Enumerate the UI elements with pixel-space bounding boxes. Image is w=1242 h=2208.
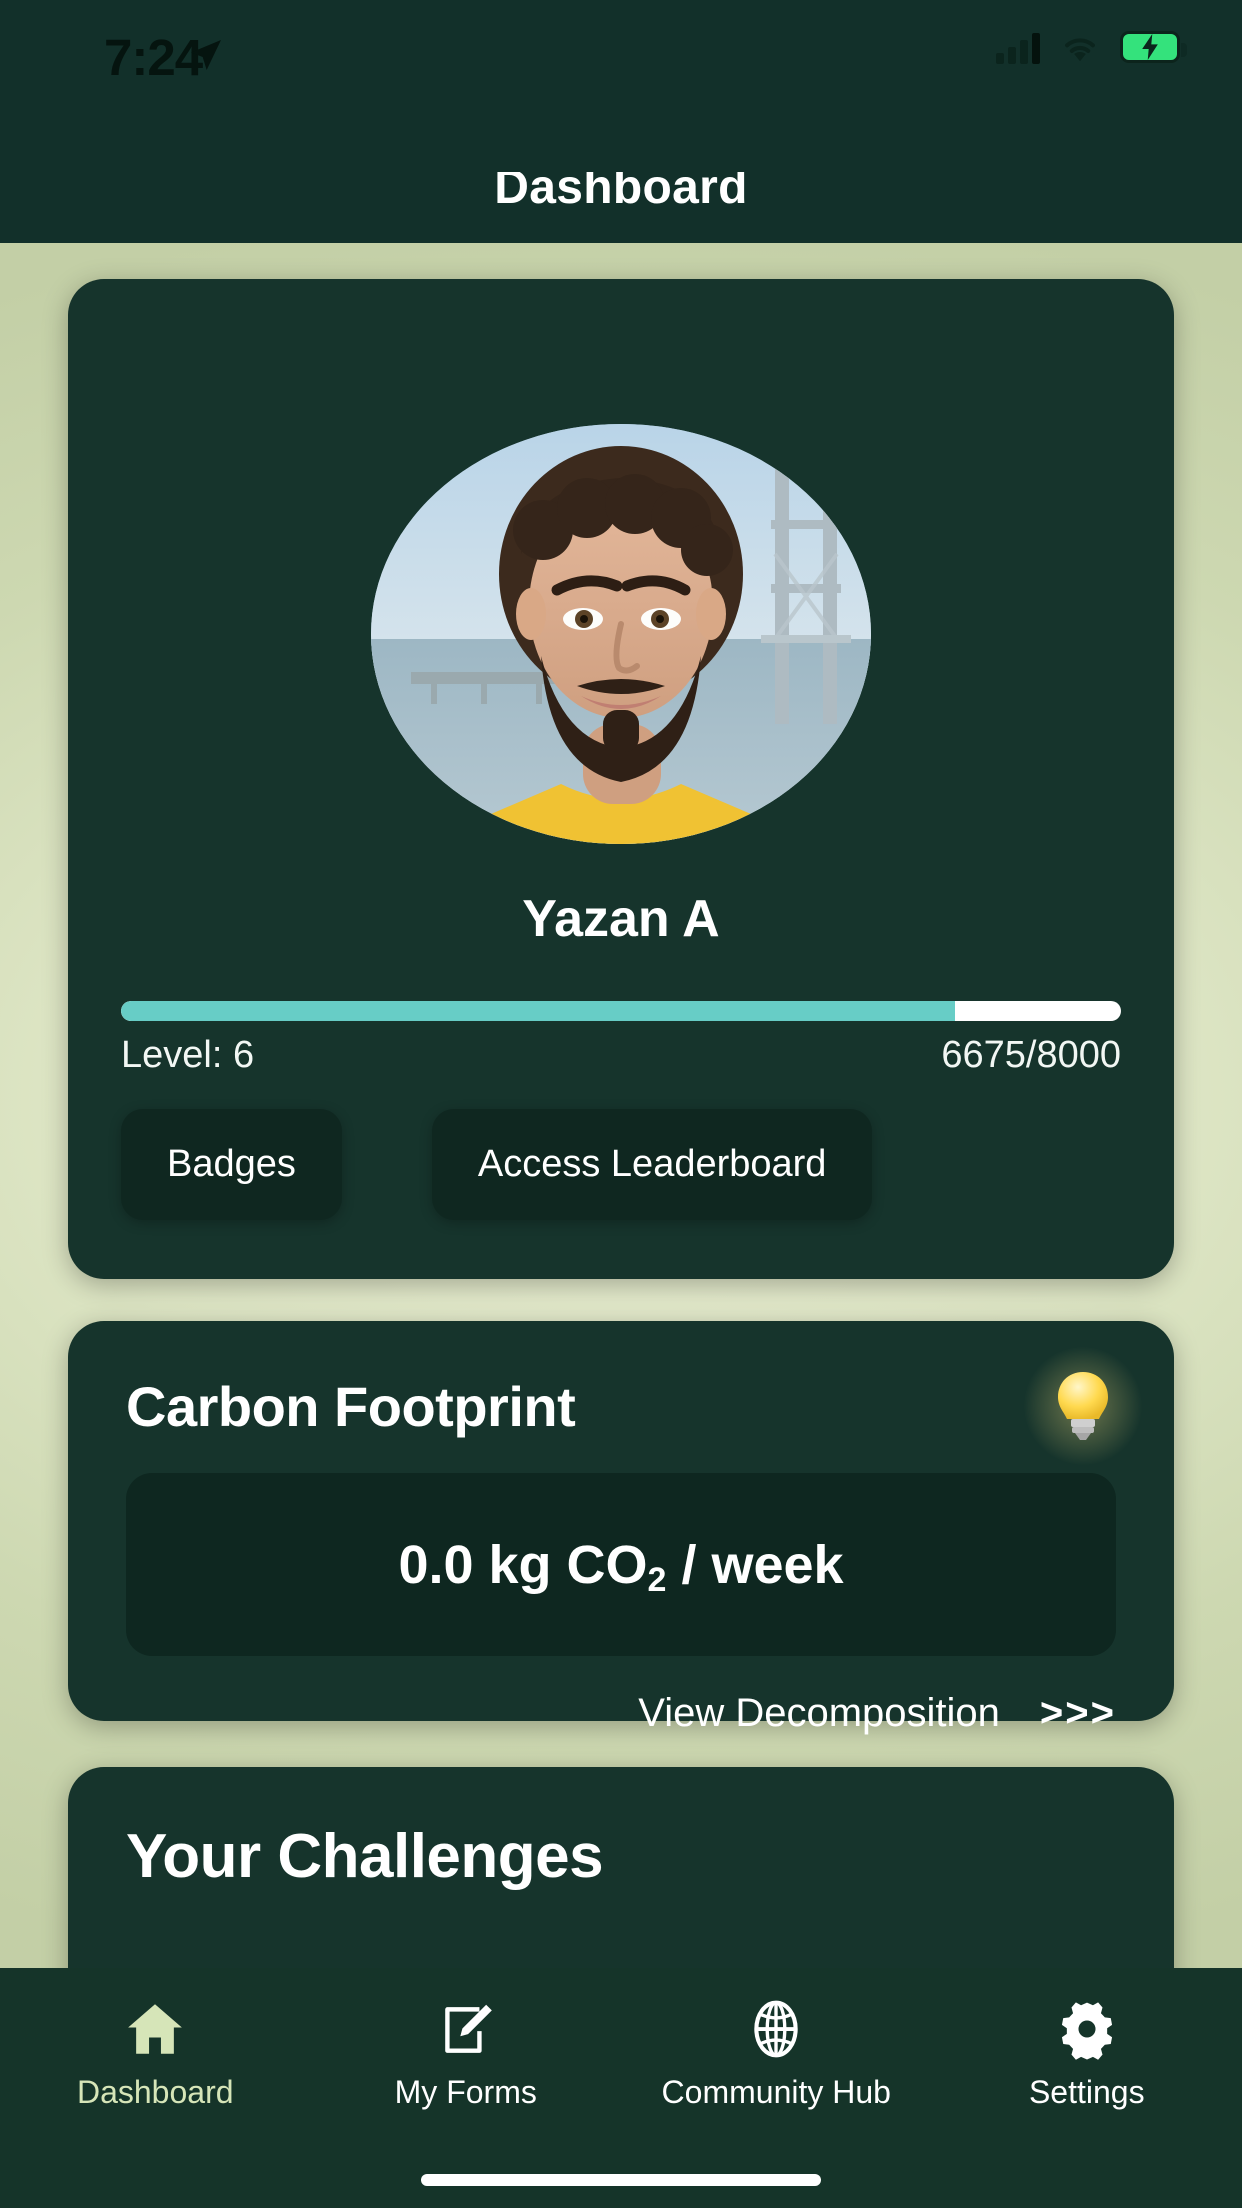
status-bar: 7:24: [0, 0, 1242, 172]
carbon-value-suffix: / week: [666, 1534, 844, 1595]
view-decomposition-label: View Decomposition: [638, 1691, 1000, 1735]
avatar[interactable]: [371, 424, 871, 844]
profile-name: Yazan A: [522, 890, 720, 948]
view-decomposition-link[interactable]: View Decomposition >>>: [638, 1691, 1116, 1736]
carbon-value: 0.0 kg CO2 / week: [398, 1534, 844, 1599]
profile-actions: Badges Access Leaderboard: [121, 1109, 1121, 1220]
battery-charging-icon: [1120, 31, 1187, 63]
location-arrow-icon: [191, 40, 221, 70]
globe-icon: [754, 2000, 798, 2058]
carbon-value-box: 0.0 kg CO2 / week: [126, 1473, 1116, 1656]
form-edit-icon: [444, 2004, 492, 2053]
access-leaderboard-button[interactable]: Access Leaderboard: [431, 1109, 873, 1220]
tab-dashboard[interactable]: Dashboard: [0, 1968, 311, 2208]
tab-my-forms[interactable]: My Forms: [311, 1968, 622, 2208]
level-progress-labels: Level: 6 6675/8000: [121, 1034, 1121, 1077]
lightbulb-icon[interactable]: [1040, 1363, 1126, 1449]
status-bar-indicators: [996, 30, 1187, 64]
level-progress-bar: [121, 1001, 1121, 1021]
challenges-card: Your Challenges: [68, 1767, 1174, 1968]
challenges-title: Your Challenges: [126, 1822, 604, 1891]
carbon-value-subscript: 2: [647, 1560, 667, 1599]
home-indicator: [421, 2174, 821, 2186]
level-progress-fill: [121, 1001, 955, 1021]
gear-icon: [1061, 2002, 1112, 2060]
badges-button[interactable]: Badges: [121, 1109, 342, 1220]
carbon-value-main: 0.0 kg CO: [398, 1534, 648, 1595]
tab-settings-label: Settings: [1028, 2074, 1145, 2110]
xp-label: 6675/8000: [941, 1034, 1121, 1076]
chevron-right-icon: >>>: [1039, 1691, 1116, 1735]
carbon-footprint-title: Carbon Footprint: [126, 1374, 576, 1438]
tab-community-hub[interactable]: Community Hub: [621, 1968, 932, 2208]
bottom-tab-bar: Dashboard My Forms Community Hub Setting…: [0, 1968, 1242, 2208]
scroll-content[interactable]: Yazan A Level: 6 6675/8000 Badges Access…: [0, 243, 1242, 1968]
level-label: Level: 6: [121, 1034, 255, 1076]
tab-community-hub-label: Community Hub: [661, 2074, 891, 2110]
profile-card: Yazan A Level: 6 6675/8000 Badges Access…: [68, 279, 1174, 1279]
carbon-card-header: Carbon Footprint: [126, 1363, 1126, 1449]
carbon-footprint-card: Carbon Footprint 0.0 kg CO2 / week View …: [68, 1321, 1174, 1735]
tab-my-forms-label: My Forms: [394, 2074, 537, 2110]
tab-dashboard-label: Dashboard: [76, 2074, 234, 2110]
cellular-signal-icon: [996, 30, 1040, 64]
app-screen: 7:24 Dashboard Yazan A Level: 6 6675/800…: [0, 0, 1242, 2208]
tab-settings[interactable]: Settings: [932, 1968, 1242, 2208]
home-icon: [128, 2004, 183, 2054]
wifi-icon: [1065, 38, 1095, 62]
